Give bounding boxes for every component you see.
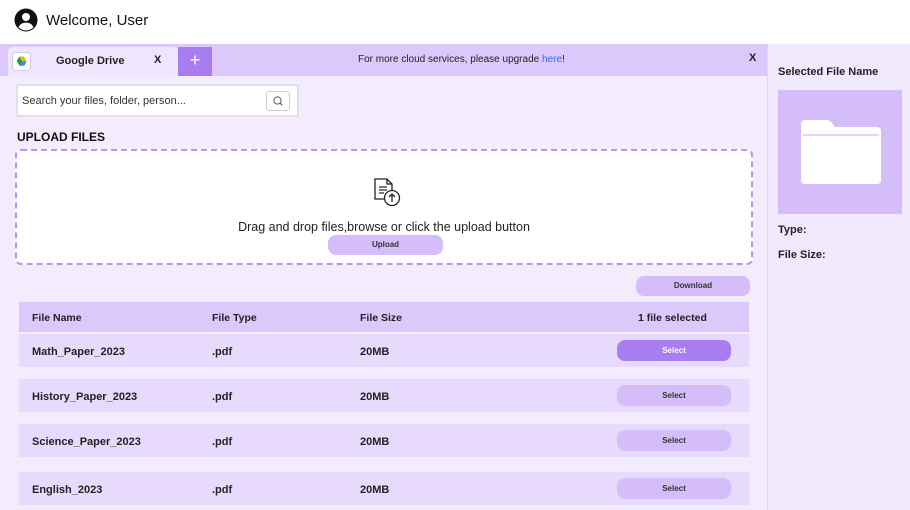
selected-file-name: Selected File Name	[778, 66, 879, 78]
upgrade-text-end: !	[562, 54, 565, 65]
search-button[interactable]	[266, 91, 290, 111]
tab-bar: Google Drive X + For more cloud services…	[0, 44, 767, 76]
dropzone-instructions: Drag and drop files,browse or click the …	[238, 220, 530, 234]
file-preview	[778, 90, 902, 214]
file-type-cell: .pdf	[212, 346, 233, 358]
upgrade-banner: For more cloud services, please upgrade …	[358, 54, 565, 65]
download-button[interactable]: Download	[636, 276, 750, 296]
table-row[interactable]: Science_Paper_2023 .pdf 20MB Select	[19, 424, 749, 457]
tab-label: Google Drive	[56, 55, 125, 67]
column-file-name: File Name	[32, 312, 82, 324]
top-bar: Welcome, User	[0, 0, 910, 44]
search-icon	[273, 96, 283, 106]
search-box	[16, 84, 299, 117]
file-upload-icon	[374, 178, 401, 207]
column-file-type: File Type	[212, 312, 257, 324]
file-type-cell: .pdf	[212, 436, 233, 448]
file-name-cell: Science_Paper_2023	[32, 436, 141, 448]
upgrade-text: For more cloud services, please upgrade	[358, 54, 542, 65]
select-button[interactable]: Select	[617, 340, 731, 361]
file-type-cell: .pdf	[212, 391, 233, 403]
folder-icon	[801, 120, 881, 184]
file-size-cell: 20MB	[360, 436, 390, 448]
user-circle-icon[interactable]	[14, 8, 38, 32]
file-size-cell: 20MB	[360, 391, 390, 403]
table-header: File Name File Type File Size 1 file sel…	[19, 302, 749, 332]
banner-close-button[interactable]: X	[749, 52, 756, 64]
file-name-cell: History_Paper_2023	[32, 391, 138, 403]
main-panel: Google Drive X + For more cloud services…	[0, 44, 767, 510]
upload-button[interactable]: Upload	[328, 235, 443, 255]
file-type-label: Type:	[778, 224, 807, 236]
file-size-cell: 20MB	[360, 346, 390, 358]
table-row[interactable]: History_Paper_2023 .pdf 20MB Select	[19, 379, 749, 412]
welcome-text: Welcome, User	[46, 12, 149, 29]
file-size-cell: 20MB	[360, 484, 390, 496]
tab-close-button[interactable]: X	[154, 54, 161, 66]
file-details-panel: Selected File Name Type: File Size:	[767, 44, 910, 510]
select-button[interactable]: Select	[617, 478, 731, 499]
add-tab-button[interactable]: +	[178, 47, 212, 76]
table-row[interactable]: English_2023 .pdf 20MB Select	[19, 472, 749, 505]
google-drive-icon	[12, 52, 31, 71]
file-name-cell: Math_Paper_2023	[32, 346, 125, 358]
tab-google-drive[interactable]: Google Drive X	[8, 47, 178, 76]
file-type-cell: .pdf	[212, 484, 233, 496]
select-button[interactable]: Select	[617, 385, 731, 406]
upgrade-link[interactable]: here	[542, 54, 562, 65]
selection-count: 1 file selected	[638, 312, 707, 324]
table-row[interactable]: Math_Paper_2023 .pdf 20MB Select	[19, 334, 749, 367]
file-name-cell: English_2023	[32, 484, 103, 496]
search-input[interactable]	[22, 92, 262, 110]
column-file-size: File Size	[360, 312, 403, 324]
upload-section-title: UPLOAD FILES	[17, 130, 106, 144]
file-size-label: File Size:	[778, 249, 826, 261]
select-button[interactable]: Select	[617, 430, 731, 451]
file-dropzone[interactable]: Drag and drop files,browse or click the …	[15, 149, 753, 265]
